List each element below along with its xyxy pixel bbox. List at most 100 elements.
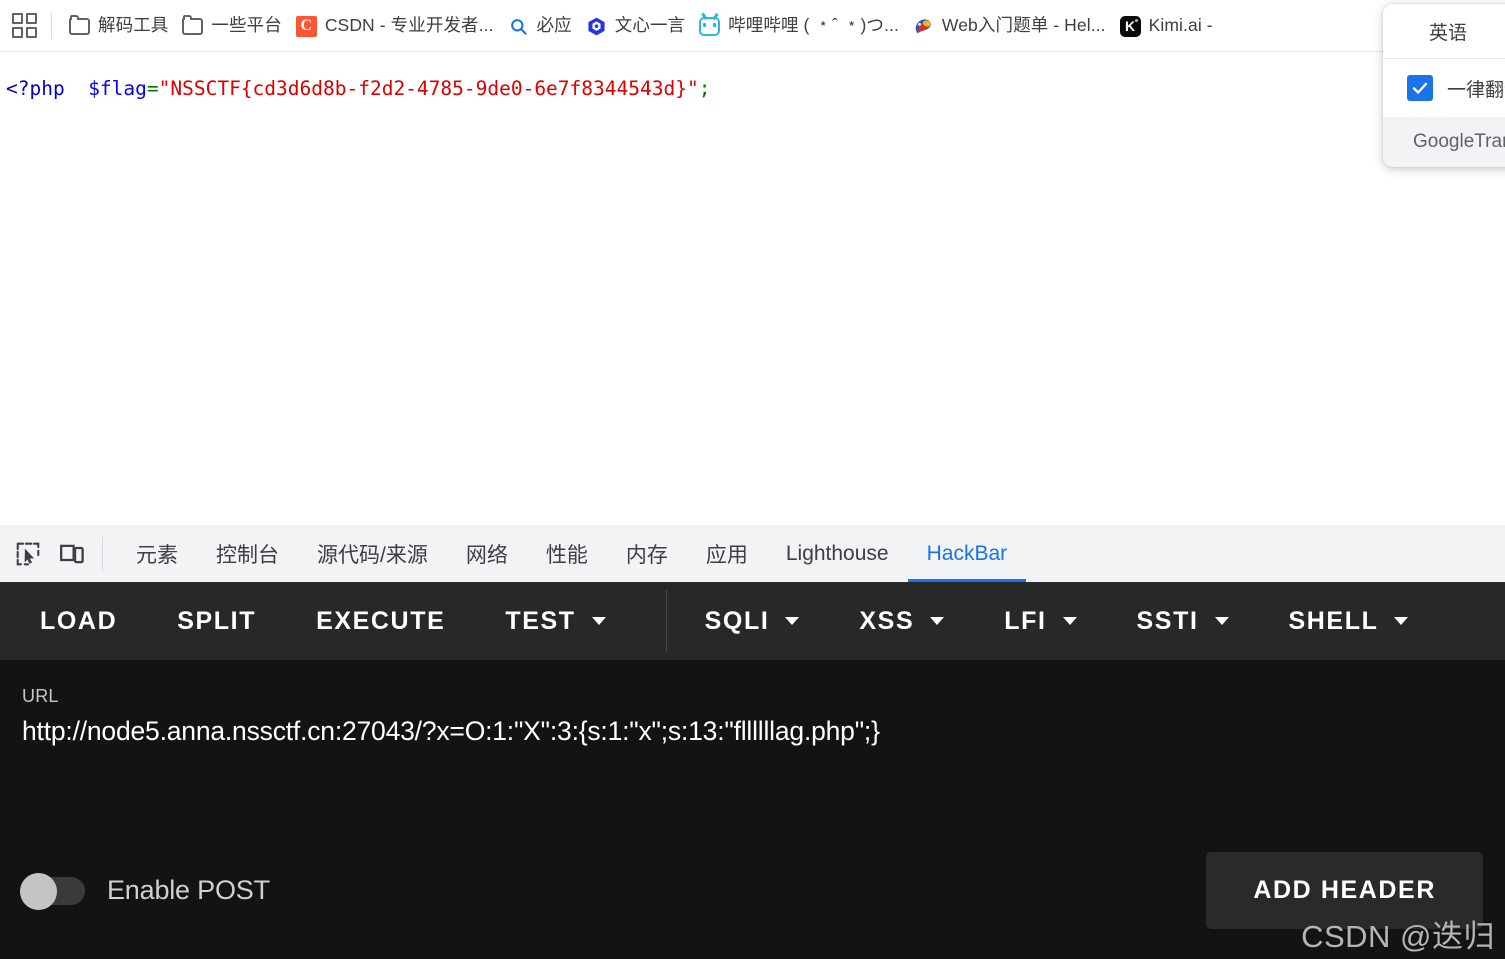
tab-label: 网络 xyxy=(465,543,508,567)
tab-label: 控制台 xyxy=(216,543,279,567)
button-label: EXECUTE xyxy=(316,606,446,635)
hackbar-shell-menu[interactable]: SHELL xyxy=(1289,597,1409,646)
inspect-element-icon[interactable] xyxy=(6,532,50,576)
always-translate-label: 一律翻译 xyxy=(1447,79,1505,101)
hackbar-footer-row: Enable POST ADD HEADER xyxy=(20,852,1483,929)
chevron-down-icon xyxy=(591,617,606,625)
tab-performance[interactable]: 性能 xyxy=(527,525,607,582)
chevron-down-icon xyxy=(1394,617,1409,625)
kimi-icon-letter: K xyxy=(1119,15,1141,37)
tab-label: 性能 xyxy=(545,543,588,567)
bookmark-label: Kimi.ai - xyxy=(1148,15,1213,36)
button-label: SPLIT xyxy=(177,606,257,635)
hackbar-execute-button[interactable]: EXECUTE xyxy=(316,597,445,646)
hackbar-load-button[interactable]: LOAD xyxy=(40,597,117,646)
url-field-label: URL xyxy=(22,686,59,706)
tab-sources[interactable]: 源代码/来源 xyxy=(298,525,447,582)
tab-console[interactable]: 控制台 xyxy=(197,525,298,582)
bilibili-icon xyxy=(699,16,721,37)
always-translate-row[interactable]: 一律翻译 xyxy=(1383,59,1505,117)
folder-icon xyxy=(69,14,90,37)
apps-grid-square xyxy=(12,13,23,24)
tab-lighthouse[interactable]: Lighthouse xyxy=(767,525,908,582)
tab-application[interactable]: 应用 xyxy=(687,525,767,582)
translate-brand-label: Translate xyxy=(1474,131,1505,152)
hackbar-lfi-menu[interactable]: LFI xyxy=(1004,597,1077,646)
csdn-watermark: CSDN @迭归 xyxy=(1301,919,1495,954)
hello-ctf-icon xyxy=(913,16,934,37)
chevron-down-icon xyxy=(930,617,945,625)
kimi-icon: K xyxy=(1119,15,1141,37)
enable-post-toggle-group[interactable]: Enable POST xyxy=(20,872,270,910)
chevron-down-icon xyxy=(785,617,800,625)
bookmark-item-csdn[interactable]: C CSDN - 专业开发者... xyxy=(289,11,501,41)
button-label: SSTI xyxy=(1136,606,1199,635)
google-brand-label: Google xyxy=(1413,131,1475,152)
devtools-tabbar: 元素 控制台 源代码/来源 网络 性能 内存 应用 Lighthouse Hac… xyxy=(0,525,1505,582)
enable-post-toggle[interactable] xyxy=(20,872,85,910)
bookmark-label: 文心一言 xyxy=(614,15,686,36)
button-label: LOAD xyxy=(40,606,118,635)
bookmark-label: CSDN - 专业开发者... xyxy=(324,15,494,36)
tab-network[interactable]: 网络 xyxy=(447,525,527,582)
tab-elements[interactable]: 元素 xyxy=(117,525,197,582)
bookmark-item-decode-tools[interactable]: 解码工具 xyxy=(62,11,175,41)
bookmark-label: 解码工具 xyxy=(98,15,169,36)
hackbar-split-button[interactable]: SPLIT xyxy=(177,597,256,646)
translate-language-label: 英语 xyxy=(1428,22,1467,44)
code-spacer xyxy=(65,77,88,100)
translate-language-tab[interactable]: 英语 xyxy=(1383,4,1505,59)
php-source-line: <?php $flag="NSSCTF{cd3d6d8b-f2d2-4785-9… xyxy=(0,52,1505,100)
hackbar-sqli-menu[interactable]: SQLI xyxy=(705,597,800,646)
bookmark-item-wenxin-yiyan[interactable]: 文心一言 xyxy=(579,11,692,41)
always-translate-checkbox[interactable] xyxy=(1407,75,1433,101)
tab-hackbar[interactable]: HackBar xyxy=(907,525,1027,582)
bookmark-item-bilibili[interactable]: 哔哩哔哩 ( ﹡ˆ ﹡)つ... xyxy=(692,11,906,41)
bookmark-label: 一些平台 xyxy=(211,15,282,36)
csdn-icon-letter: C xyxy=(295,15,317,37)
button-label: LFI xyxy=(1004,606,1047,635)
hackbar-xss-menu[interactable]: XSS xyxy=(859,597,945,646)
apps-grid-square xyxy=(12,27,23,38)
button-label: SQLI xyxy=(704,606,770,635)
hackbar-action-bar: LOAD SPLIT EXECUTE TEST SQLI XSS LFI SST… xyxy=(0,582,1505,660)
hackbar-ssti-menu[interactable]: SSTI xyxy=(1137,597,1229,646)
chevron-down-icon xyxy=(1062,617,1077,625)
hackbar-action-divider xyxy=(665,590,667,652)
php-open-tag: <?php xyxy=(6,77,65,100)
apps-grid-square xyxy=(26,27,37,38)
tab-label: Lighthouse xyxy=(785,541,889,565)
php-variable: $flag xyxy=(88,77,147,100)
bookmark-label: Web入门题单 - Hel... xyxy=(941,15,1106,36)
bookmark-item-platforms[interactable]: 一些平台 xyxy=(175,11,288,41)
button-label: SHELL xyxy=(1288,606,1379,635)
toggle-knob xyxy=(20,872,57,910)
apps-grid-icon[interactable] xyxy=(12,13,38,39)
chevron-down-icon xyxy=(1214,617,1229,625)
php-assign-operator: = xyxy=(146,77,159,100)
bookmark-bar-divider xyxy=(51,13,52,39)
google-translate-popup[interactable]: 英语 一律翻译 Google Translate xyxy=(1383,4,1505,167)
page-content-area: <?php $flag="NSSCTF{cd3d6d8b-f2d2-4785-9… xyxy=(0,52,1505,525)
bookmark-item-hello-ctf[interactable]: Web入门题单 - Hel... xyxy=(906,11,1113,41)
bookmark-item-bing[interactable]: 必应 xyxy=(501,11,579,41)
enable-post-label: Enable POST xyxy=(107,875,270,905)
php-semicolon: ; xyxy=(698,77,711,100)
bookmark-label: 哔哩哔哩 ( ﹡ˆ ﹡)つ... xyxy=(728,15,899,36)
tab-label: 内存 xyxy=(625,543,668,567)
devtools-panel: 元素 控制台 源代码/来源 网络 性能 内存 应用 Lighthouse Hac… xyxy=(0,525,1505,959)
url-input[interactable]: http://node5.anna.nssctf.cn:27043/?x=O:1… xyxy=(22,715,1483,748)
tab-memory[interactable]: 内存 xyxy=(607,525,687,582)
hackbar-request-panel: URL http://node5.anna.nssctf.cn:27043/?x… xyxy=(0,660,1505,959)
tab-label: 源代码/来源 xyxy=(317,543,428,567)
bookmark-item-kimi[interactable]: K Kimi.ai - xyxy=(1113,11,1220,41)
translate-footer: Google Translate xyxy=(1383,117,1505,167)
tab-label: HackBar xyxy=(926,541,1008,565)
hackbar-test-menu[interactable]: TEST xyxy=(505,597,606,646)
devtools-toolbar-divider xyxy=(102,536,103,571)
device-toolbar-icon[interactable] xyxy=(50,532,94,576)
bing-search-icon xyxy=(508,16,529,37)
bookmark-label: 必应 xyxy=(536,15,572,36)
folder-icon xyxy=(182,14,204,37)
button-label: TEST xyxy=(505,606,576,635)
